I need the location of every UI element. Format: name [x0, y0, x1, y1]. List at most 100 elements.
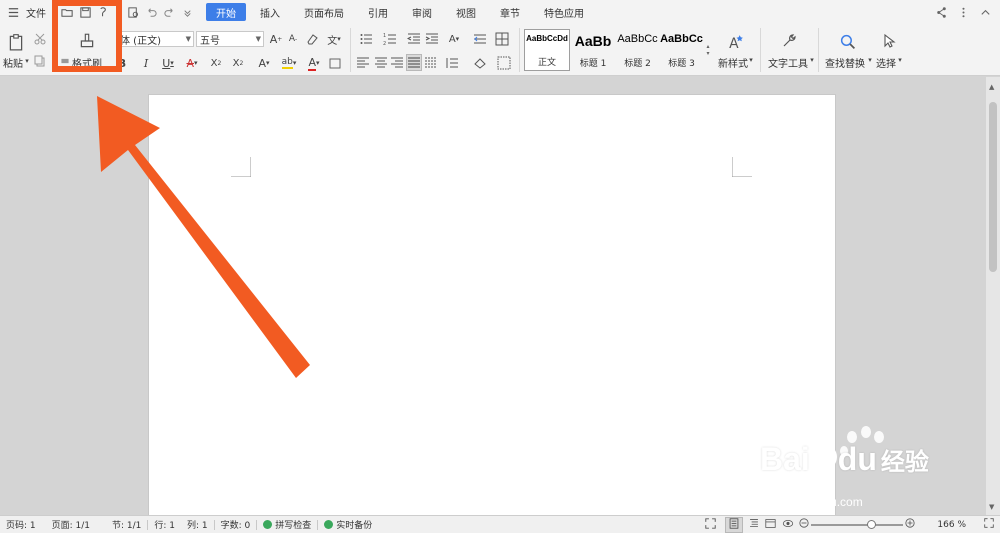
customize-quick-access-icon[interactable] [178, 3, 196, 21]
status-bar: 页码: 1 页面: 1/1 节: 1/1 行: 1 列: 1 字数: 0 拼写检… [0, 515, 1000, 533]
backup-toggle[interactable]: 实时备份 [318, 518, 378, 531]
status-row[interactable]: 行: 1 [148, 518, 181, 531]
tab-special-apps[interactable]: 特色应用 [534, 3, 594, 21]
new-style-icon[interactable]: A [726, 30, 746, 52]
tab-view[interactable]: 视图 [446, 3, 486, 21]
italic-button[interactable]: I [140, 55, 152, 71]
ribbon-separator [519, 28, 520, 72]
spell-check-status-icon [263, 520, 273, 529]
copy-icon[interactable] [33, 54, 47, 68]
phonetic-guide-icon[interactable]: 文 ▾ [324, 31, 344, 47]
find-replace-icon[interactable] [836, 30, 858, 52]
text-tools-label: 文字工具 [768, 59, 808, 70]
shrink-font-icon[interactable]: A- [285, 31, 301, 47]
file-menu[interactable]: 文件 [22, 0, 50, 24]
select-dropdown-icon[interactable]: ▾ [896, 54, 904, 66]
new-style-dropdown-icon[interactable]: ▾ [747, 54, 755, 66]
page-view-icon[interactable] [725, 516, 744, 533]
style-normal[interactable]: AaBbCcDd 正文 [524, 29, 570, 71]
ribbon-separator [350, 28, 351, 72]
zoom-slider-track [811, 523, 904, 526]
zoom-slider-thumb[interactable] [867, 519, 877, 529]
watermark-brand2: du [837, 441, 877, 477]
zoom-out-button[interactable] [797, 518, 811, 531]
borders-icon[interactable] [494, 55, 514, 71]
font-color-button[interactable]: A ▾ [304, 55, 324, 71]
tab-page-layout[interactable]: 页面布局 [294, 3, 354, 21]
tab-review[interactable]: 审阅 [402, 3, 442, 21]
text-effect-button[interactable]: A ▾ [254, 55, 274, 71]
new-style-label: 新样式 [718, 59, 748, 70]
numbering-button[interactable]: 12 [380, 31, 400, 47]
clear-format-icon[interactable] [304, 31, 320, 47]
grow-font-icon[interactable]: A + [268, 31, 284, 47]
tab-references[interactable]: 引用 [358, 3, 398, 21]
style-heading-2-name: 标题 2 [624, 59, 651, 69]
document-page[interactable] [148, 94, 836, 519]
text-direction-icon[interactable]: A ▾ [444, 31, 464, 47]
reading-mode-icon[interactable] [779, 518, 797, 532]
undo-icon[interactable] [142, 3, 160, 21]
style-heading-3[interactable]: AaBbCc 标题 3 [660, 29, 703, 71]
collapse-ribbon-icon[interactable] [976, 3, 994, 21]
shading-icon[interactable] [470, 55, 490, 71]
print-preview-icon[interactable] [124, 3, 142, 21]
paragraph-spacing-icon[interactable] [442, 55, 462, 71]
redo-icon[interactable] [160, 3, 178, 21]
status-page-number[interactable]: 页码: 1 [0, 518, 42, 531]
line-spacing-icon[interactable] [470, 31, 490, 47]
style-heading-2-sample: AaBbCc [617, 33, 658, 45]
cut-icon[interactable] [33, 32, 47, 46]
fullscreen-icon[interactable] [699, 517, 722, 532]
bullets-button[interactable] [356, 31, 376, 47]
style-heading-3-name: 标题 3 [668, 59, 695, 69]
web-view-icon[interactable] [762, 518, 779, 532]
font-size-select[interactable]: 五号 ▼ [196, 31, 264, 47]
align-center-button[interactable] [374, 55, 388, 71]
justify-button[interactable] [406, 54, 422, 71]
tab-home[interactable]: 开始 [206, 3, 246, 21]
watermark-brand: Bai [760, 441, 810, 477]
watermark-url: jingyan.baidu.com [766, 495, 863, 509]
subscript-button[interactable]: X2 [230, 55, 246, 71]
font-name-select[interactable]: 体 (正文) ▼ [116, 31, 194, 47]
tab-insert[interactable]: 插入 [250, 3, 290, 21]
highlight-color-button[interactable]: ab ▾ [278, 55, 300, 71]
share-icon[interactable] [932, 3, 950, 21]
text-tools-icon[interactable] [778, 30, 800, 52]
find-replace-dropdown-icon[interactable]: ▾ [866, 54, 874, 66]
align-left-button[interactable] [356, 55, 370, 71]
scroll-up-icon[interactable]: ▲ [989, 83, 994, 91]
superscript-button[interactable]: X2 [208, 55, 224, 71]
align-right-button[interactable] [390, 55, 404, 71]
scroll-thumb[interactable] [989, 102, 997, 272]
paste-button[interactable] [4, 30, 28, 54]
status-section[interactable]: 节: 1/1 [106, 518, 147, 531]
fit-window-icon[interactable] [978, 518, 1000, 531]
strikethrough-button[interactable]: A ▾ [182, 55, 202, 71]
style-normal-name: 正文 [537, 58, 556, 68]
table-icon[interactable] [494, 31, 510, 47]
status-pages[interactable]: 页面: 1/1 [46, 518, 96, 531]
spell-check-toggle[interactable]: 拼写检查 [257, 518, 317, 531]
status-word-count[interactable]: 字数: 0 [215, 518, 257, 531]
distribute-button[interactable] [424, 55, 438, 71]
zoom-level[interactable]: 166 % [931, 520, 972, 530]
outline-view-icon[interactable] [746, 518, 762, 532]
style-heading-1[interactable]: AaBb 标题 1 [571, 29, 615, 71]
style-heading-2[interactable]: AaBbCc 标题 2 [616, 29, 659, 71]
text-tools-dropdown-icon[interactable]: ▾ [808, 54, 816, 66]
paste-dropdown-icon[interactable]: ▾ [23, 54, 31, 68]
underline-button[interactable]: U ▾ [158, 55, 178, 71]
status-column[interactable]: 列: 1 [181, 518, 214, 531]
decrease-indent-icon[interactable] [406, 31, 422, 47]
zoom-slider[interactable] [811, 519, 904, 530]
select-icon[interactable] [878, 30, 900, 52]
char-border-icon[interactable] [328, 55, 342, 71]
increase-indent-icon[interactable] [424, 31, 440, 47]
zoom-in-button[interactable] [903, 518, 917, 531]
hamburger-menu-icon[interactable] [4, 3, 22, 21]
tab-chapter[interactable]: 章节 [490, 3, 530, 21]
more-options-icon[interactable] [954, 3, 972, 21]
styles-gallery-scroll-icon[interactable]: ▴ ▾ [704, 32, 712, 68]
